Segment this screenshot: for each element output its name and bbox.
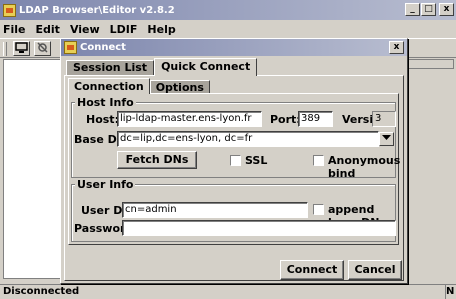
- anonymous-bind-checkbox[interactable]: [313, 155, 324, 166]
- toolbar-grip-icon[interactable]: [3, 42, 7, 56]
- main-window-title: LDAP Browser\Editor v2.8.2: [19, 4, 175, 16]
- menu-help[interactable]: Help: [147, 23, 175, 36]
- port-field[interactable]: 389: [298, 111, 333, 127]
- base-dn-dropdown-button[interactable]: [379, 132, 394, 146]
- tab-connection[interactable]: Connection: [68, 78, 150, 94]
- tab-quick-connect[interactable]: Quick Connect: [154, 58, 258, 76]
- maximize-button[interactable]: □: [421, 3, 436, 16]
- user-info-title: User Info: [75, 178, 136, 191]
- tab-options[interactable]: Options: [149, 80, 210, 94]
- menu-file[interactable]: File: [3, 23, 26, 36]
- connection-subtabs: Connection Options: [68, 78, 210, 94]
- host-label: Host:: [86, 113, 119, 126]
- append-base-dn-checkbox[interactable]: [313, 204, 324, 215]
- attribute-header: [404, 59, 454, 69]
- status-bar: Disconnected N: [0, 284, 456, 299]
- cancel-button[interactable]: Cancel: [348, 260, 402, 280]
- user-info-group: User Info User DN: cn=admin append base …: [71, 178, 396, 242]
- password-field[interactable]: [122, 220, 396, 236]
- anonymous-bind-label: Anonymous bind: [328, 154, 401, 180]
- connect-toolbar-button[interactable]: [13, 41, 30, 56]
- monitor-icon: [15, 42, 28, 53]
- menu-bar: File Edit View LDIF Help: [0, 20, 456, 38]
- host-info-group: Host Info Host: lip-ldap-master.ens-lyon…: [71, 96, 400, 180]
- ssl-checkbox[interactable]: [230, 155, 241, 166]
- quick-connect-panel: Connection Options Host Info Host: lip-l…: [64, 75, 404, 281]
- app-icon: [3, 3, 16, 17]
- dialog-title: Connect: [80, 42, 126, 53]
- minimize-button[interactable]: _: [405, 3, 420, 16]
- host-field[interactable]: lip-ldap-master.ens-lyon.fr: [117, 111, 262, 127]
- menu-edit[interactable]: Edit: [36, 23, 60, 36]
- dialog-title-bar: Connect x: [61, 39, 407, 56]
- host-info-title: Host Info: [75, 96, 136, 109]
- close-button[interactable]: x: [439, 3, 454, 16]
- dialog-close-button[interactable]: x: [389, 41, 404, 54]
- connection-panel: Host Info Host: lip-ldap-master.ens-lyon…: [68, 93, 400, 245]
- status-text: Disconnected: [3, 286, 80, 297]
- port-label: Port:: [270, 113, 301, 126]
- tree-pane[interactable]: [3, 59, 61, 279]
- version-select[interactable]: 3: [372, 111, 396, 127]
- main-title-bar: LDAP Browser\Editor v2.8.2 _ □ x: [0, 0, 456, 20]
- tab-session-list[interactable]: Session List: [66, 60, 155, 76]
- window-controls: _ □ x: [405, 3, 454, 16]
- base-dn-field[interactable]: dc=lip,dc=ens-lyon, dc=fr: [117, 131, 379, 147]
- status-indicator: N: [445, 285, 455, 299]
- dialog-tabs: Session List Quick Connect: [66, 58, 258, 76]
- version-value: 3: [375, 113, 382, 124]
- plug-icon: [37, 42, 48, 53]
- ssl-label: SSL: [245, 154, 268, 167]
- fetch-dns-button[interactable]: Fetch DNs: [117, 151, 197, 169]
- attribute-pane: [404, 69, 454, 279]
- menu-ldif[interactable]: LDIF: [110, 23, 138, 36]
- user-dn-field[interactable]: cn=admin: [122, 202, 308, 218]
- chevron-down-icon: [382, 135, 391, 140]
- dialog-app-icon: [64, 41, 77, 54]
- disconnect-toolbar-button[interactable]: [34, 41, 51, 56]
- connect-button[interactable]: Connect: [280, 260, 344, 280]
- connect-dialog: Connect x Session List Quick Connect Con…: [60, 38, 408, 284]
- menu-view[interactable]: View: [70, 23, 100, 36]
